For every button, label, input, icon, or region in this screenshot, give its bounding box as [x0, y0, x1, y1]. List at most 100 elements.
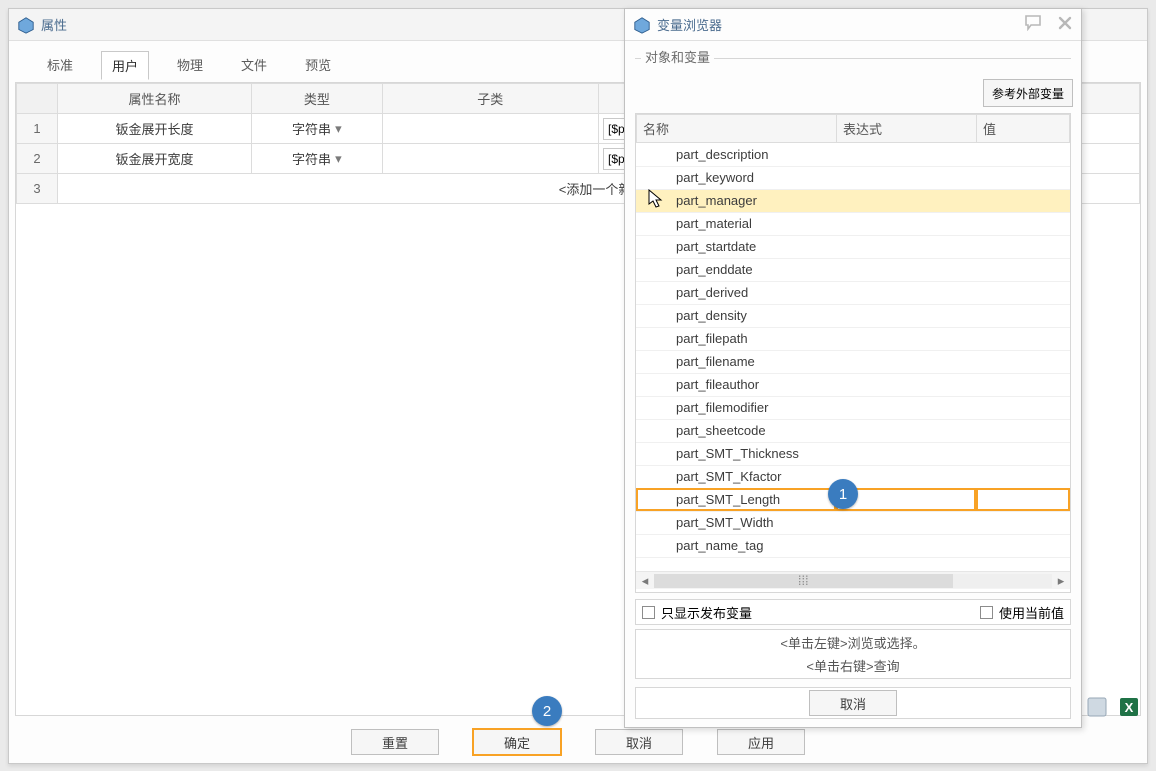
col-subtype[interactable]: 子类: [382, 84, 598, 114]
external-icons: X: [1086, 696, 1140, 718]
var-value: [976, 373, 1070, 396]
list-item[interactable]: part_filemodifier: [636, 396, 1070, 419]
var-col-value[interactable]: 值: [977, 115, 1070, 143]
comment-icon[interactable]: [1025, 15, 1043, 34]
var-name: part_filename: [636, 350, 836, 373]
var-expr: [836, 143, 976, 166]
variable-browser-dialog: 变量浏览器 对象和变量 参考外部变量 名称 表达式 值 part_descrip…: [624, 8, 1082, 728]
var-name: part_sheetcode: [636, 419, 836, 442]
var-name: part_fileauthor: [636, 373, 836, 396]
hscrollbar[interactable]: ◂ ⁞⁞⁞ ▸: [636, 571, 1070, 589]
var-expr: [836, 373, 976, 396]
list-item[interactable]: part_manager: [636, 189, 1070, 212]
var-value: [976, 212, 1070, 235]
var-expr: [836, 534, 976, 557]
ok-button[interactable]: 确定: [473, 729, 561, 755]
scrollbar-track[interactable]: ⁞⁞⁞: [654, 574, 1052, 588]
var-expr: [836, 442, 976, 465]
close-icon[interactable]: [1057, 15, 1073, 34]
list-item[interactable]: part_SMT_Thickness: [636, 442, 1070, 465]
list-item[interactable]: part_SMT_Width: [636, 511, 1070, 534]
tab-preview[interactable]: 预览: [295, 51, 341, 80]
cell-type[interactable]: 字符串▾: [252, 144, 383, 174]
list-item[interactable]: part_enddate: [636, 258, 1070, 281]
chevron-down-icon[interactable]: ▾: [335, 121, 342, 137]
var-expr: [836, 281, 976, 304]
var-name: part_SMT_Width: [636, 511, 836, 534]
hint-box: <单击左键>浏览或选择。 <单击右键>查询: [635, 629, 1071, 679]
only-published-checkbox[interactable]: [642, 606, 655, 619]
properties-title: 属性: [41, 15, 67, 34]
var-value: [976, 350, 1070, 373]
var-value: [976, 327, 1070, 350]
var-name: part_filepath: [636, 327, 836, 350]
tab-user[interactable]: 用户: [101, 51, 149, 80]
hint-line: <单击左键>浏览或选择。: [780, 633, 925, 652]
only-published-label: 只显示发布变量: [661, 603, 752, 622]
var-expr: [836, 189, 976, 212]
cell-subtype[interactable]: [382, 144, 598, 174]
chevron-right-icon[interactable]: ▸: [1054, 574, 1068, 588]
list-item[interactable]: part_density: [636, 304, 1070, 327]
cell-subtype[interactable]: [382, 114, 598, 144]
reset-button[interactable]: 重置: [351, 729, 439, 755]
group-label: 对象和变量: [625, 41, 1081, 66]
var-value: [976, 281, 1070, 304]
callout-2: 2: [532, 696, 562, 726]
cell-type[interactable]: 字符串▾: [252, 114, 383, 144]
var-value: [976, 189, 1070, 212]
list-item[interactable]: part_fileauthor: [636, 373, 1070, 396]
var-value: [976, 534, 1070, 557]
apply-button[interactable]: 应用: [717, 729, 805, 755]
row-num: 3: [17, 174, 58, 204]
ref-external-button[interactable]: 参考外部变量: [983, 79, 1073, 107]
col-name[interactable]: 属性名称: [58, 84, 252, 114]
var-name: part_startdate: [636, 235, 836, 258]
var-expr: [836, 350, 976, 373]
button-bar: 重置 确定 取消 应用: [9, 729, 1147, 755]
var-value: [976, 465, 1070, 488]
chevron-down-icon[interactable]: ▾: [335, 151, 342, 167]
var-name: part_description: [636, 143, 836, 166]
row-num: 1: [17, 114, 58, 144]
col-rownum[interactable]: [17, 84, 58, 114]
var-name: part_manager: [636, 189, 836, 212]
list-item[interactable]: part_description: [636, 143, 1070, 166]
tab-standard[interactable]: 标准: [37, 51, 83, 80]
callout-1: 1: [828, 479, 858, 509]
col-type[interactable]: 类型: [252, 84, 383, 114]
vb-title: 变量浏览器: [657, 15, 722, 34]
var-name: part_material: [636, 212, 836, 235]
use-current-values-checkbox[interactable]: [980, 606, 993, 619]
cell-name[interactable]: 钣金展开宽度: [58, 144, 252, 174]
var-expr: [836, 166, 976, 189]
vb-titlebar[interactable]: 变量浏览器: [625, 9, 1081, 41]
excel-icon[interactable]: X: [1118, 696, 1140, 718]
var-col-expr[interactable]: 表达式: [837, 115, 977, 143]
list-item[interactable]: part_filename: [636, 350, 1070, 373]
cell-name[interactable]: 钣金展开长度: [58, 114, 252, 144]
generic-icon[interactable]: [1086, 696, 1108, 718]
row-num: 2: [17, 144, 58, 174]
list-item[interactable]: part_name_tag: [636, 534, 1070, 557]
list-item[interactable]: part_filepath: [636, 327, 1070, 350]
var-expr: [836, 327, 976, 350]
vb-cancel-button[interactable]: 取消: [809, 690, 897, 716]
list-item[interactable]: part_keyword: [636, 166, 1070, 189]
tab-file[interactable]: 文件: [231, 51, 277, 80]
list-item[interactable]: part_sheetcode: [636, 419, 1070, 442]
var-value: [976, 304, 1070, 327]
scrollbar-thumb[interactable]: ⁞⁞⁞: [654, 574, 953, 588]
cancel-button[interactable]: 取消: [595, 729, 683, 755]
var-value: [976, 396, 1070, 419]
list-item[interactable]: part_startdate: [636, 235, 1070, 258]
var-name: part_enddate: [636, 258, 836, 281]
list-item[interactable]: part_material: [636, 212, 1070, 235]
variable-list[interactable]: part_descriptionpart_keywordpart_manager…: [636, 143, 1070, 571]
var-col-name[interactable]: 名称: [637, 115, 837, 143]
var-expr: [836, 419, 976, 442]
chevron-left-icon[interactable]: ◂: [638, 574, 652, 588]
tab-physics[interactable]: 物理: [167, 51, 213, 80]
svg-text:X: X: [1125, 700, 1134, 715]
list-item[interactable]: part_derived: [636, 281, 1070, 304]
